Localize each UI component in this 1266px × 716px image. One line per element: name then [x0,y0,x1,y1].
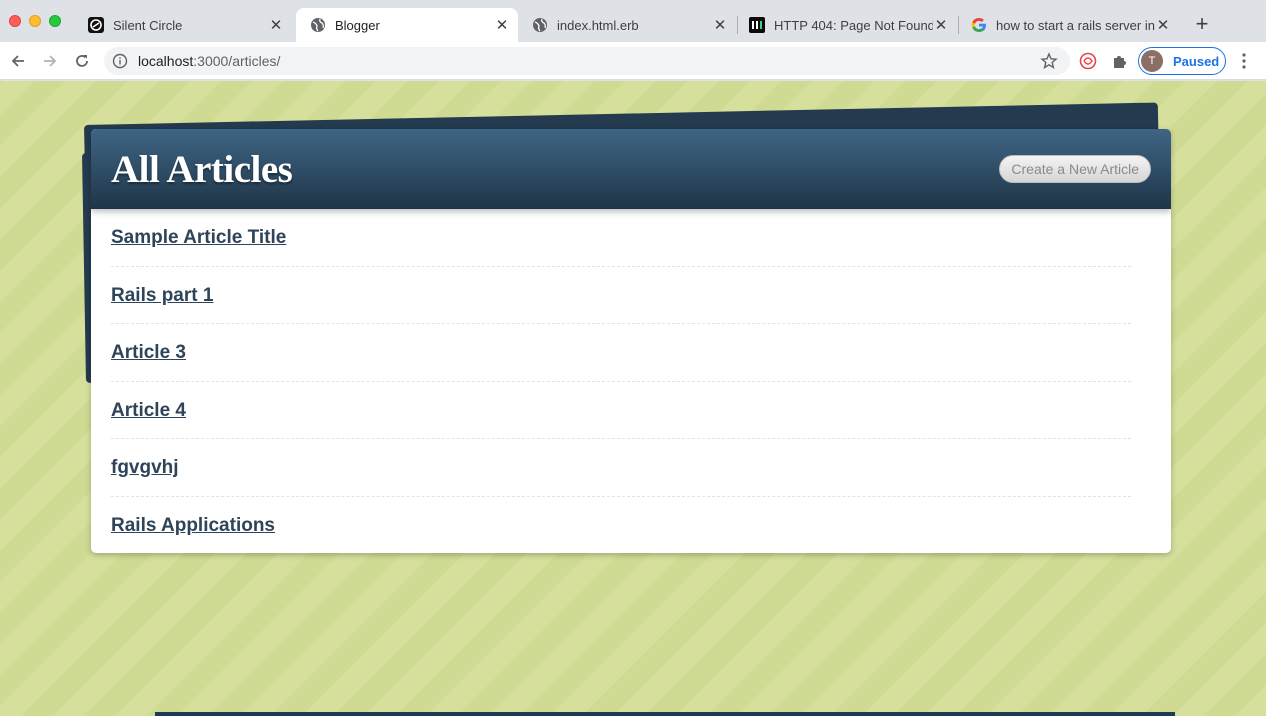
list-item: Sample Article Title [111,209,1131,267]
background-window-edge [155,712,1175,716]
tab-google-search[interactable]: how to start a rails server in ✕ [957,8,1179,42]
page-title: All Articles [111,148,293,191]
article-link[interactable]: Article 4 [111,400,186,422]
avatar: T [1141,50,1163,72]
bookmark-star-icon[interactable] [1040,52,1058,70]
tab-strip: Silent Circle ✕ Blogger ✕ index.html.erb… [0,0,1266,46]
globe-icon [310,17,326,33]
back-arrow-icon [11,55,24,67]
article-link[interactable]: Rails Applications [111,515,275,537]
reload-icon [76,55,88,67]
tab-title: HTTP 404: Page Not Found [774,17,933,33]
list-item: Rails part 1 [111,267,1131,324]
globe-icon [532,17,548,33]
close-tab-icon[interactable]: ✕ [933,17,949,34]
address-bar[interactable]: localhost:3000/articles/ [104,47,1070,75]
new-tab-button[interactable]: + [1190,13,1214,37]
forward-button[interactable] [37,48,63,74]
google-icon [971,17,987,33]
url-text: localhost:3000/articles/ [138,53,280,69]
puzzle-icon[interactable] [1110,51,1130,71]
tab-title: Silent Circle [113,17,183,33]
tab-title: Blogger [335,17,380,33]
reload-button[interactable] [69,48,95,74]
profile-button[interactable]: T Paused [1138,47,1226,75]
tab-blogger[interactable]: Blogger ✕ [296,8,518,42]
list-item: Article 4 [111,382,1131,439]
url-path: :3000/articles/ [193,53,281,69]
article-link[interactable]: Article 3 [111,342,186,364]
list-item: fgvgvhj [111,439,1131,497]
tab-title: index.html.erb [557,17,639,33]
maximize-window-button[interactable] [49,15,61,27]
tab-silent-circle[interactable]: Silent Circle ✕ [74,8,292,42]
tab-title: how to start a rails server in [996,17,1155,33]
articles-card: All Articles Create a New Article Sample… [91,129,1171,553]
close-tab-icon[interactable]: ✕ [268,17,284,34]
article-link[interactable]: fgvgvhj [111,457,179,479]
page-viewport: All Articles Create a New Article Sample… [0,81,1266,716]
close-window-button[interactable] [9,15,21,27]
list-item: Rails Applications [111,497,1131,554]
article-list: Sample Article Title Rails part 1 Articl… [111,209,1131,553]
article-link[interactable]: Sample Article Title [111,227,286,249]
tab-http-404[interactable]: HTTP 404: Page Not Found ✕ [735,8,957,42]
info-icon[interactable] [112,53,128,69]
minimize-window-button[interactable] [29,15,41,27]
tab-index-html-erb[interactable]: index.html.erb ✕ [518,8,736,42]
forward-arrow-icon [44,55,57,67]
list-item: Article 3 [111,324,1131,382]
profile-status-label: Paused [1173,53,1220,69]
browser-toolbar: localhost:3000/articles/ T Paused [0,42,1266,80]
menu-kebab-icon[interactable] [1236,51,1252,71]
create-new-article-button[interactable]: Create a New Article [999,155,1151,183]
close-tab-icon[interactable]: ✕ [494,17,510,34]
extension-icon[interactable] [1078,51,1098,71]
close-tab-icon[interactable]: ✕ [712,17,728,34]
silent-circle-icon [88,17,104,33]
dev-logo-icon [749,17,765,33]
close-tab-icon[interactable]: ✕ [1155,17,1171,34]
article-link[interactable]: Rails part 1 [111,285,213,307]
url-host: localhost [138,53,194,69]
card-header: All Articles Create a New Article [91,129,1171,209]
back-button[interactable] [5,48,31,74]
